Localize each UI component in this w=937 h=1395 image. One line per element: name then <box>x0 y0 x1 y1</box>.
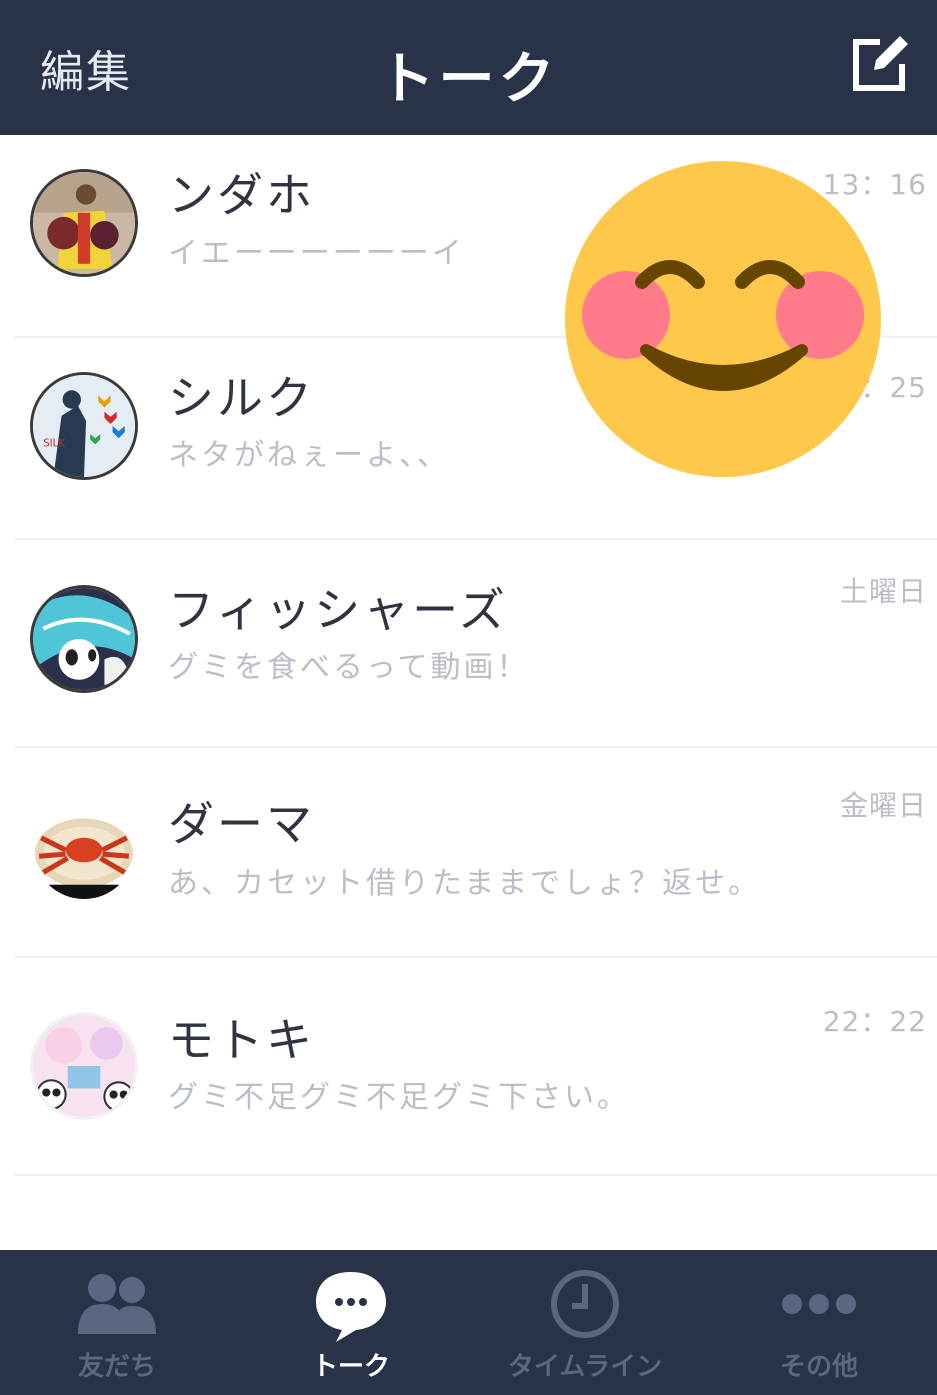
chat-row[interactable]: ダーマ あ、カセット借りたままでしょ？返せ。 金曜日 <box>0 748 937 958</box>
tab-friends[interactable]: 友だち <box>0 1250 234 1395</box>
tab-label: その他 <box>779 1352 858 1382</box>
avatar: SILK <box>30 372 138 480</box>
chat-name: モトキ <box>168 1013 315 1067</box>
chat-time: 22：22 <box>822 1005 927 1038</box>
clock-icon <box>551 1270 619 1338</box>
chat-time: 土曜日 <box>839 575 927 608</box>
page-title: トーク <box>378 47 559 112</box>
chat-last-message: グミを食べるって動画！ <box>168 650 530 685</box>
top-navigation-bar: 編集 トーク <box>0 0 937 135</box>
chat-name: シルク <box>168 371 315 425</box>
more-dots-icon <box>782 1294 856 1314</box>
avatar <box>30 169 138 277</box>
chat-row[interactable]: モトキ グミ不足グミ不足グミ下さい。 22：22 <box>0 958 937 1176</box>
tab-talk[interactable]: トーク <box>234 1250 468 1395</box>
tab-more[interactable]: その他 <box>702 1250 936 1395</box>
bottom-tab-bar: 友だち トーク タイムライン その他 <box>0 1250 937 1395</box>
chat-row[interactable]: フィッシャーズ グミを食べるって動画！ 土曜日 <box>0 540 937 748</box>
chat-bubble-icon <box>316 1272 386 1342</box>
chat-name: フィッシャーズ <box>168 583 508 637</box>
chat-name: ンダホ <box>168 168 315 222</box>
compose-icon <box>853 36 908 91</box>
svg-text:SILK: SILK <box>43 438 65 449</box>
tab-label: タイムライン <box>507 1352 663 1382</box>
tab-label: トーク <box>311 1352 390 1382</box>
tab-timeline[interactable]: タイムライン <box>468 1250 702 1395</box>
chat-last-message: グミ不足グミ不足グミ下さい。 <box>168 1080 630 1115</box>
chat-last-message: あ、カセット借りたままでしょ？返せ。 <box>168 866 762 901</box>
chat-name: ダーマ <box>168 797 315 851</box>
chat-time: 金曜日 <box>839 789 927 822</box>
chat-last-message: ネタがねぇーよ、、 <box>168 438 450 473</box>
avatar <box>30 794 138 902</box>
compose-button[interactable] <box>850 32 912 94</box>
smiling-face-emoji-icon <box>565 161 881 477</box>
avatar <box>30 1012 138 1120</box>
chat-last-message: イエーーーーーーイ <box>168 236 465 271</box>
divider <box>14 1174 937 1176</box>
tab-label: 友だち <box>77 1352 156 1382</box>
avatar <box>30 585 138 693</box>
friends-icon <box>78 1274 156 1334</box>
